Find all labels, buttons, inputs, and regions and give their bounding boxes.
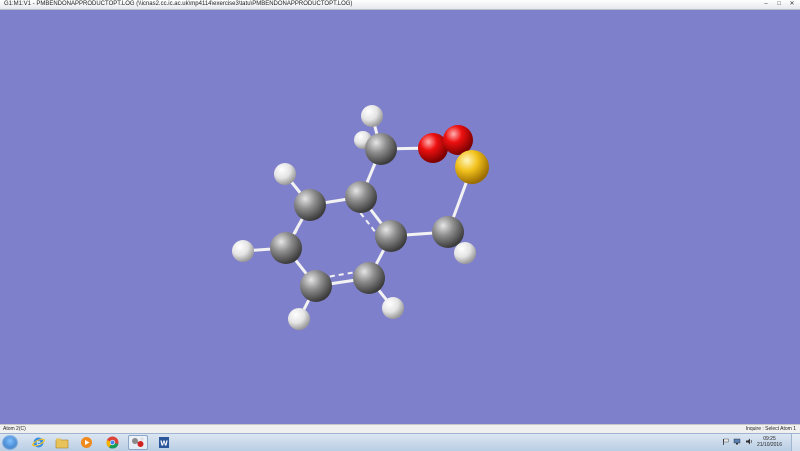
molecule-viewport[interactable] (0, 10, 800, 424)
media-player-icon[interactable] (76, 435, 96, 450)
atom-sulfur[interactable] (455, 150, 489, 184)
molecule-canvas[interactable] (0, 10, 800, 424)
svg-text:W: W (160, 440, 168, 448)
atom-carbon[interactable] (270, 232, 302, 264)
atom-hydrogen[interactable] (232, 240, 254, 262)
status-bar: Atom 2(C) Inquire : Select Atom 1 (0, 424, 800, 433)
title-bar: G1:M1:V1 - PMBENDONAPPRODUCTOPT.LOG (\\i… (0, 0, 800, 10)
system-tray: 09:25 21/10/2016 (722, 436, 782, 448)
svg-text:e: e (36, 439, 40, 447)
tray-flag-icon[interactable] (722, 438, 729, 447)
status-mode-info: Inquire : Select Atom 1 (745, 426, 796, 432)
atom-hydrogen[interactable] (288, 308, 310, 330)
taskbar: e W 09:25 21/10/2016 (0, 433, 800, 451)
show-desktop-button[interactable] (791, 434, 800, 451)
atom-carbon[interactable] (365, 133, 397, 165)
window-controls: – □ ✕ (762, 1, 796, 7)
atom-carbon[interactable] (375, 220, 407, 252)
chrome-icon[interactable] (102, 435, 122, 450)
word-icon[interactable]: W (154, 435, 174, 450)
atoms[interactable] (232, 105, 489, 330)
tray-volume-icon[interactable] (745, 438, 753, 447)
atom-carbon[interactable] (432, 216, 464, 248)
clock-date: 21/10/2016 (756, 442, 782, 448)
atom-carbon[interactable] (353, 262, 385, 294)
minimize-button[interactable]: – (762, 1, 770, 7)
tray-network-icon[interactable] (733, 438, 741, 447)
gaussview-icon[interactable] (128, 435, 148, 450)
start-button[interactable] (2, 435, 18, 450)
internet-explorer-icon[interactable]: e (28, 435, 48, 450)
status-atom-info: Atom 2(C) (3, 426, 26, 432)
atom-hydrogen[interactable] (382, 297, 404, 319)
atom-hydrogen[interactable] (361, 105, 383, 127)
close-button[interactable]: ✕ (788, 1, 796, 7)
atom-hydrogen[interactable] (274, 163, 296, 185)
atom-carbon[interactable] (345, 181, 377, 213)
file-explorer-icon[interactable] (52, 435, 72, 450)
atom-carbon[interactable] (300, 270, 332, 302)
atom-hydrogen[interactable] (454, 242, 476, 264)
maximize-button[interactable]: □ (775, 1, 783, 7)
window-title: G1:M1:V1 - PMBENDONAPPRODUCTOPT.LOG (\\i… (4, 1, 353, 7)
atom-carbon[interactable] (294, 189, 326, 221)
clock[interactable]: 09:25 21/10/2016 (757, 436, 782, 448)
